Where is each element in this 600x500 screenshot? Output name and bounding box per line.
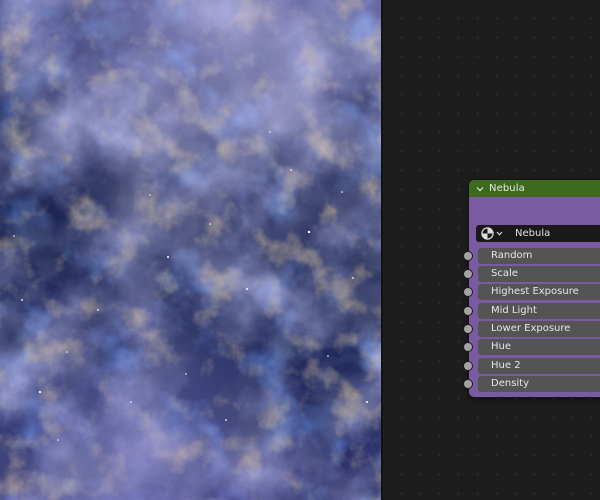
nebula-node-group[interactable]: Nebula Nebula Random Scale Highest Expos… bbox=[464, 180, 600, 397]
node-title: Nebula bbox=[489, 183, 525, 194]
node-editor-canvas[interactable]: Nebula Nebula Random Scale Highest Expos… bbox=[383, 0, 600, 500]
input-socket[interactable] bbox=[464, 362, 472, 370]
input-socket[interactable] bbox=[464, 307, 472, 315]
input-field[interactable]: Hue 2 bbox=[478, 358, 600, 374]
input-socket[interactable] bbox=[464, 252, 472, 260]
input-hue[interactable]: Hue bbox=[464, 339, 600, 357]
input-lower-exposure[interactable]: Lower Exposure bbox=[464, 321, 600, 339]
node-group-name[interactable]: Nebula bbox=[515, 228, 550, 239]
input-field[interactable]: Random bbox=[478, 248, 600, 264]
input-socket[interactable] bbox=[464, 270, 472, 278]
input-socket[interactable] bbox=[464, 343, 472, 351]
app-window: Nebula Nebula Random Scale Highest Expos… bbox=[0, 0, 600, 500]
input-socket[interactable] bbox=[464, 380, 472, 388]
node-header[interactable]: Nebula bbox=[469, 180, 600, 197]
nebula-render-image bbox=[0, 0, 381, 500]
node-group-icon[interactable] bbox=[481, 227, 494, 240]
input-hue-2[interactable]: Hue 2 bbox=[464, 358, 600, 376]
render-viewport[interactable] bbox=[0, 0, 381, 500]
input-highest-exposure[interactable]: Highest Exposure bbox=[464, 284, 600, 302]
node-group-selector[interactable]: Nebula bbox=[476, 225, 600, 242]
input-field[interactable]: Lower Exposure bbox=[478, 321, 600, 337]
input-field[interactable]: Highest Exposure bbox=[478, 284, 600, 300]
input-random[interactable]: Random bbox=[464, 248, 600, 266]
input-field[interactable]: Mid Light bbox=[478, 303, 600, 319]
input-field[interactable]: Hue bbox=[478, 339, 600, 355]
input-socket[interactable] bbox=[464, 325, 472, 333]
chevron-down-icon[interactable] bbox=[476, 185, 484, 193]
input-mid-light[interactable]: Mid Light bbox=[464, 303, 600, 321]
chevron-down-icon[interactable] bbox=[496, 230, 503, 237]
input-field[interactable]: Scale bbox=[478, 266, 600, 282]
input-density[interactable]: Density bbox=[464, 376, 600, 394]
input-socket[interactable] bbox=[464, 288, 472, 296]
input-field[interactable]: Density bbox=[478, 376, 600, 392]
input-scale[interactable]: Scale bbox=[464, 266, 600, 284]
